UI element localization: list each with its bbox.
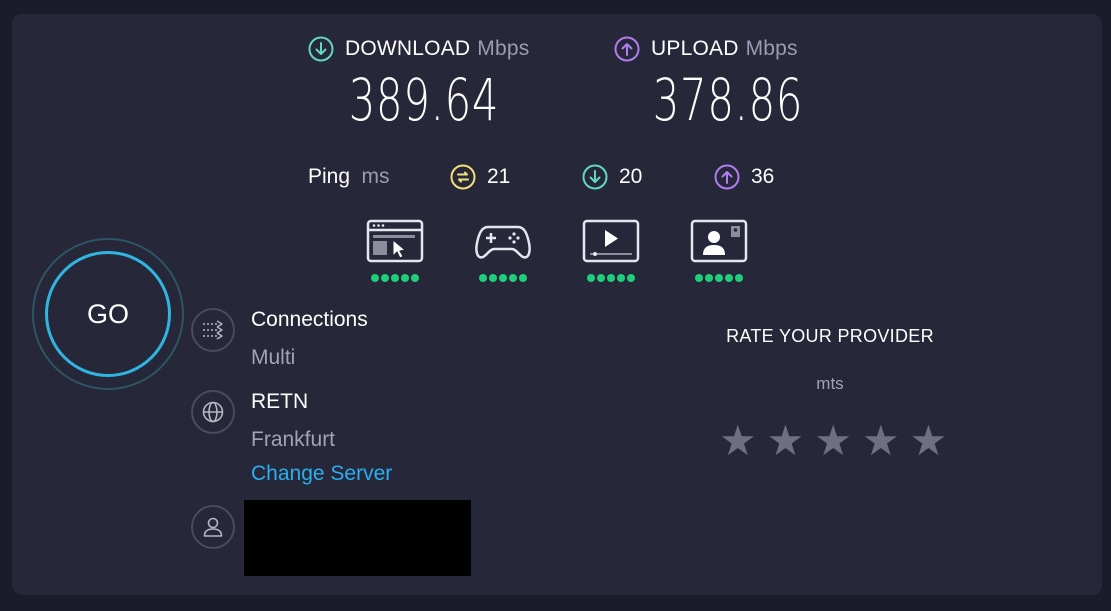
star-5-icon[interactable]: ★	[910, 420, 948, 462]
experience-video-chat[interactable]	[690, 219, 748, 282]
arrow-up-circle-icon	[714, 164, 740, 190]
connections-title: Connections	[251, 308, 368, 331]
gamepad-icon	[475, 225, 531, 259]
ping-label: Ping	[308, 165, 351, 188]
experience-gaming[interactable]	[474, 219, 532, 282]
go-button-ring: GO	[32, 238, 184, 390]
rate-provider-title: RATE YOUR PROVIDER	[726, 326, 934, 346]
ping-unit: ms	[361, 165, 390, 188]
change-server-link[interactable]: Change Server	[251, 462, 392, 486]
video-play-icon	[582, 219, 640, 263]
star-2-icon[interactable]: ★	[767, 420, 805, 462]
connections-icon	[191, 308, 235, 352]
arrow-up-circle-icon	[614, 36, 640, 62]
redacted-user-info	[244, 500, 471, 576]
server-location: Frankfurt	[251, 428, 336, 451]
rating-dots	[582, 274, 640, 282]
rating-dots	[366, 274, 424, 282]
rating-dots	[690, 274, 748, 282]
latency-icon	[450, 164, 476, 190]
star-1-icon[interactable]: ★	[719, 420, 757, 462]
upload-speed-value: 378.86	[652, 66, 804, 134]
download-speed-value: 389.64	[348, 66, 500, 134]
experience-video-streaming[interactable]	[582, 219, 640, 282]
arrow-down-circle-icon	[308, 36, 334, 62]
ping-download: 20	[582, 164, 642, 190]
arrow-down-circle-icon	[582, 164, 608, 190]
globe-icon	[191, 390, 235, 434]
download-unit: Mbps	[477, 37, 530, 60]
star-3-icon[interactable]: ★	[814, 420, 852, 462]
star-4-icon[interactable]: ★	[862, 420, 900, 462]
ping-upload: 36	[714, 164, 774, 190]
ping-idle-value: 21	[487, 165, 511, 188]
rating-dots	[474, 274, 532, 282]
video-call-icon	[690, 219, 748, 263]
user-icon	[191, 505, 235, 549]
browser-cursor-icon	[366, 219, 424, 263]
star-rating: ★ ★ ★ ★ ★	[719, 420, 947, 462]
speedtest-result-panel: DOWNLOAD Mbps 389.64 UPLOAD Mbps 378.86 …	[12, 14, 1102, 595]
download-label: DOWNLOAD	[345, 37, 471, 60]
ping-header: Ping ms	[308, 165, 389, 189]
upload-unit: Mbps	[745, 37, 798, 60]
connections-value: Multi	[251, 346, 296, 369]
download-header: DOWNLOAD Mbps	[308, 36, 529, 62]
upload-header: UPLOAD Mbps	[614, 36, 798, 62]
ping-download-value: 20	[619, 165, 643, 188]
server-provider: RETN	[251, 390, 309, 413]
go-button[interactable]: GO	[45, 251, 171, 377]
isp-name: mts	[816, 374, 844, 393]
upload-label: UPLOAD	[651, 37, 739, 60]
experience-web-browsing[interactable]	[366, 219, 424, 282]
ping-upload-value: 36	[751, 165, 775, 188]
ping-idle: 21	[450, 164, 510, 190]
